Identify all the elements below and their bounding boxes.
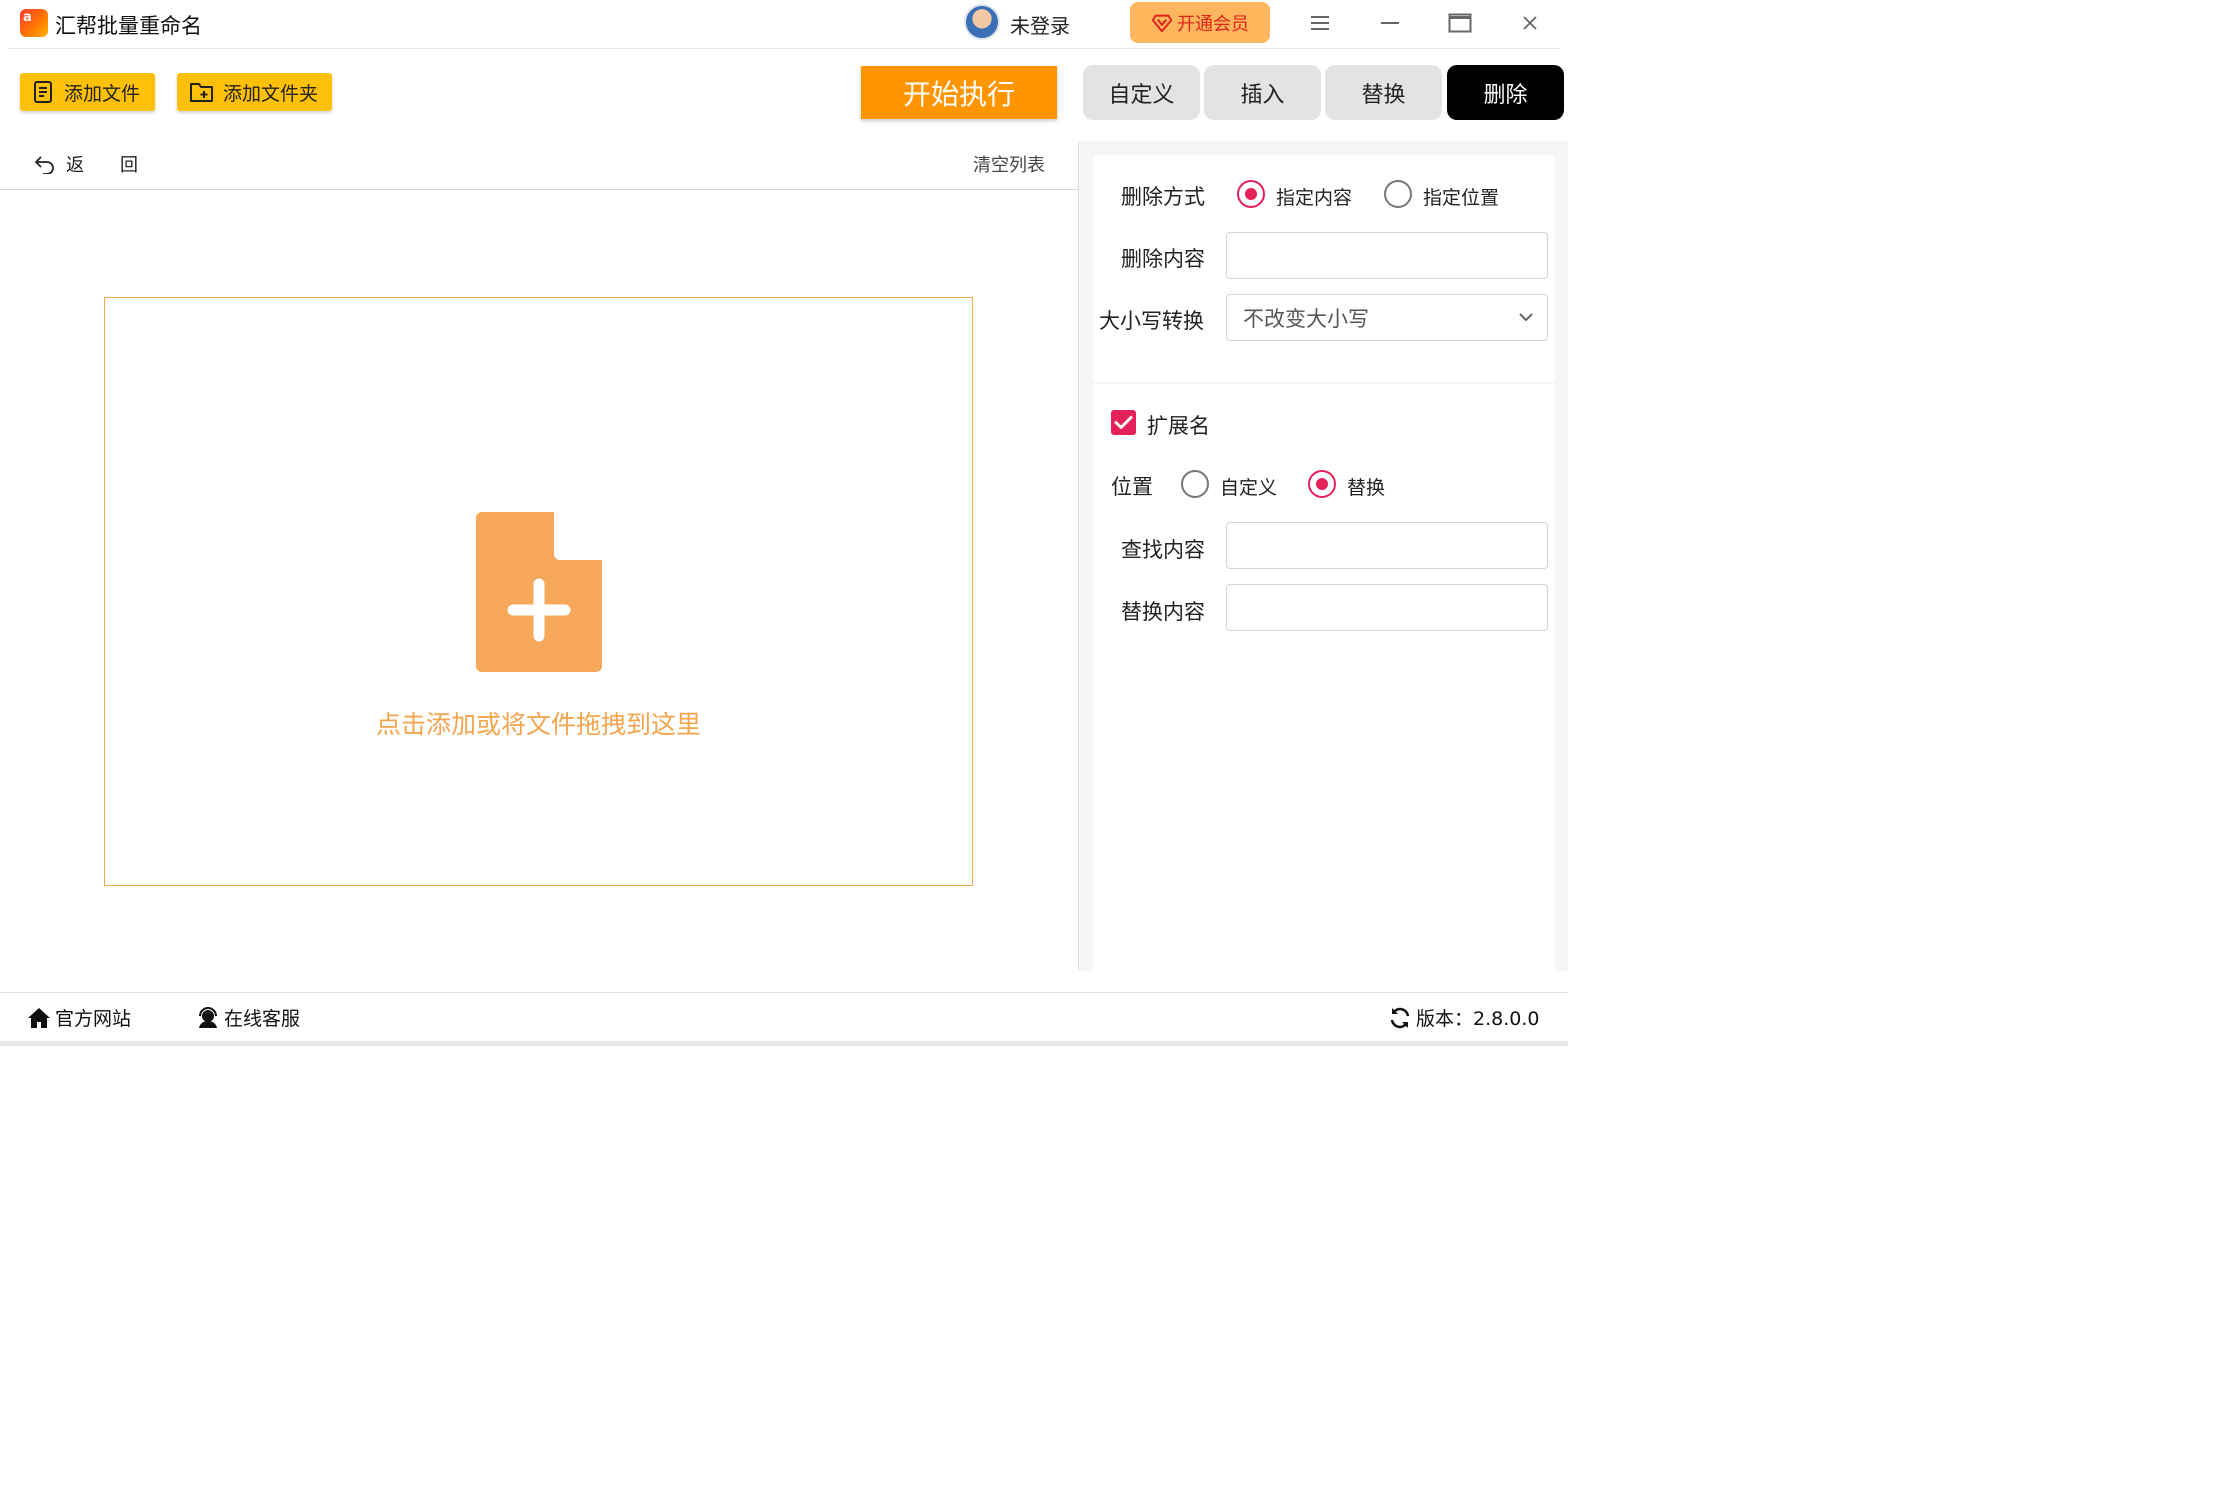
title-bar: 汇帮批量重命名 未登录 开通会员	[0, 0, 1568, 48]
radio-position-custom[interactable]	[1181, 470, 1209, 498]
delete-content-label: 删除内容	[1121, 247, 1205, 271]
support-label: 在线客服	[224, 1008, 301, 1030]
vip-label: 开通会员	[1177, 13, 1249, 35]
radio-specified-content-label[interactable]: 指定内容	[1276, 183, 1352, 210]
website-link[interactable]: 官方网站	[27, 1004, 131, 1031]
refresh-icon	[1390, 1007, 1410, 1028]
add-file-label: 添加文件	[64, 82, 141, 105]
start-button[interactable]: 开始执行	[861, 66, 1057, 119]
file-list-icon	[34, 81, 52, 103]
drop-hint: 点击添加或将文件拖拽到这里	[375, 710, 701, 739]
vip-button[interactable]: 开通会员	[1130, 2, 1270, 43]
back-arrow-icon	[35, 156, 54, 174]
case-convert-value: 不改变大小写	[1243, 306, 1369, 331]
avatar-icon[interactable]	[964, 4, 1000, 40]
find-content-input[interactable]	[1226, 522, 1548, 569]
radio-position-replace[interactable]	[1308, 470, 1336, 498]
tab-custom[interactable]: 自定义	[1083, 65, 1200, 120]
window-bottom-edge	[0, 1041, 1568, 1046]
version-label: 版本：2.8.0.0	[1416, 1008, 1540, 1030]
replace-content-label: 替换内容	[1121, 600, 1205, 624]
radio-position-custom-label[interactable]: 自定义	[1220, 473, 1277, 500]
list-header-divider	[0, 189, 1078, 190]
maximize-icon[interactable]	[1445, 8, 1475, 38]
case-convert-label: 大小写转换	[1099, 309, 1204, 333]
clear-list-button[interactable]: 清空列表	[973, 151, 1045, 177]
chevron-down-icon	[1519, 313, 1533, 322]
case-convert-select[interactable]: 不改变大小写	[1226, 294, 1548, 341]
find-content-label: 查找内容	[1121, 538, 1205, 562]
add-folder-button[interactable]: 添加文件夹	[177, 73, 332, 111]
radio-specified-content[interactable]	[1237, 180, 1265, 208]
back-label-2: 回	[120, 155, 138, 176]
close-icon[interactable]	[1515, 8, 1545, 38]
version-info[interactable]: 版本：2.8.0.0	[1388, 1004, 1539, 1031]
tab-delete[interactable]: 删除	[1447, 65, 1564, 120]
radio-specified-position[interactable]	[1384, 180, 1412, 208]
tab-insert[interactable]: 插入	[1204, 65, 1321, 120]
app-title: 汇帮批量重命名	[55, 14, 202, 38]
replace-content-input[interactable]	[1226, 584, 1548, 631]
app-logo-icon	[20, 9, 48, 37]
folder-plus-icon	[190, 83, 213, 102]
support-link[interactable]: 在线客服	[196, 1004, 300, 1031]
delete-content-input[interactable]	[1226, 232, 1548, 279]
delete-method-label: 删除方式	[1121, 185, 1205, 209]
vip-diamond-icon	[1151, 14, 1173, 32]
extension-label[interactable]: 扩展名	[1147, 410, 1210, 440]
back-button[interactable]: 返 回	[34, 151, 138, 177]
back-label-1: 返	[66, 155, 84, 176]
radio-position-replace-label[interactable]: 替换	[1347, 473, 1385, 500]
login-status[interactable]: 未登录	[1010, 10, 1070, 39]
tab-replace[interactable]: 替换	[1325, 65, 1442, 120]
menu-icon[interactable]	[1305, 8, 1335, 38]
home-icon	[28, 1007, 50, 1028]
radio-specified-position-label[interactable]: 指定位置	[1423, 183, 1499, 210]
position-label: 位置	[1111, 475, 1153, 499]
add-file-button[interactable]: 添加文件	[20, 73, 155, 111]
extension-checkbox[interactable]	[1111, 410, 1136, 435]
headset-icon	[199, 1006, 217, 1028]
titlebar-divider	[8, 48, 1560, 49]
add-file-icon	[476, 512, 602, 672]
file-drop-zone[interactable]: 点击添加或将文件拖拽到这里	[104, 297, 973, 886]
check-icon	[1114, 416, 1133, 429]
add-folder-label: 添加文件夹	[223, 82, 319, 105]
website-label: 官方网站	[55, 1008, 132, 1030]
minimize-icon[interactable]	[1375, 8, 1405, 38]
